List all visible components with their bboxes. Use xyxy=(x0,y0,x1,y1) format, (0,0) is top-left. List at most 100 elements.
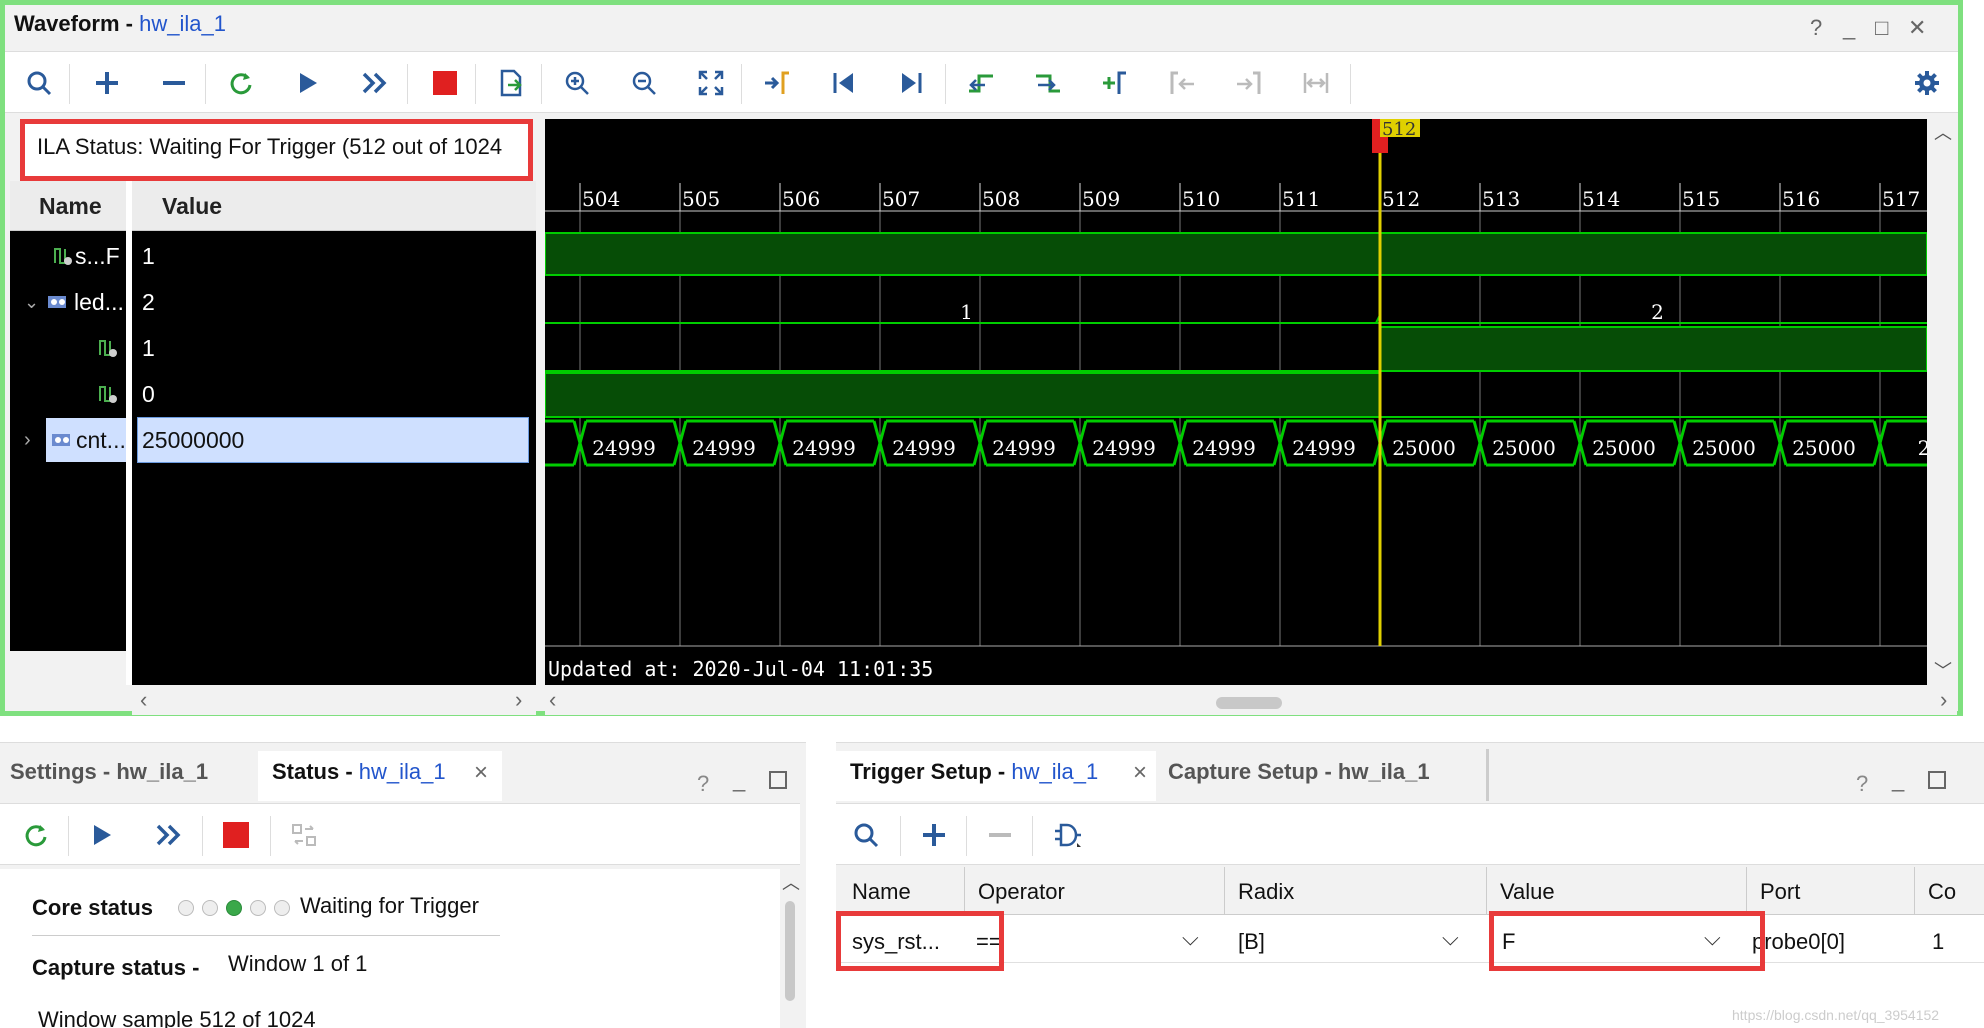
ila-status-text: ILA Status: Waiting For Trigger (512 out… xyxy=(37,134,503,159)
bus-value-label: 25000 xyxy=(1492,436,1556,460)
scroll-left-icon[interactable]: ‹ xyxy=(549,687,556,713)
name-horizontal-scrollbar[interactable]: ‹ › xyxy=(132,687,536,715)
search-icon[interactable] xyxy=(844,814,888,856)
scroll-thumb[interactable] xyxy=(785,901,795,1001)
signal-name: s...F xyxy=(75,242,120,269)
chevron-down-icon[interactable]: ⌵ xyxy=(1442,925,1459,951)
search-icon[interactable] xyxy=(17,62,61,104)
name-column-header[interactable]: Name xyxy=(10,181,126,231)
signal-value-selected[interactable]: 25000000 xyxy=(137,417,529,463)
previous-marker-icon[interactable] xyxy=(1160,62,1204,104)
vertical-scrollbar[interactable]: ︿ ﹀ xyxy=(1931,119,1955,685)
next-transition-icon[interactable] xyxy=(1026,62,1070,104)
export-icon[interactable] xyxy=(489,62,533,104)
close-icon[interactable]: ✕ xyxy=(1908,15,1926,41)
col-name[interactable]: Name xyxy=(852,879,911,905)
value-column-header[interactable]: Value xyxy=(132,181,536,231)
remove-icon[interactable] xyxy=(152,62,196,104)
minimize-icon[interactable]: _ xyxy=(1843,15,1855,41)
toggle-layout-icon[interactable] xyxy=(282,814,326,856)
add-icon[interactable] xyxy=(85,62,129,104)
maximize-icon[interactable] xyxy=(769,771,787,789)
zoom-fit-icon[interactable] xyxy=(689,62,733,104)
signal-row-led-bit1[interactable] xyxy=(98,325,118,371)
stop-icon[interactable] xyxy=(423,62,467,104)
tab-status[interactable]: Status - hw_ila_1 xyxy=(272,759,446,785)
scroll-right-icon[interactable]: › xyxy=(515,687,522,713)
trigger-setup-panel: Trigger Setup - hw_ila_1 × Capture Setup… xyxy=(836,742,1984,1028)
trigger-toolbar xyxy=(836,803,1984,865)
refresh-icon[interactable] xyxy=(14,814,58,856)
next-marker-icon[interactable] xyxy=(1227,62,1271,104)
signal-row-led-bit0[interactable] xyxy=(98,371,118,417)
zoom-out-icon[interactable] xyxy=(622,62,666,104)
signal-row-led[interactable]: ⌄ led... xyxy=(24,279,124,325)
scroll-up-icon[interactable]: ︿ xyxy=(1934,119,1952,145)
bus-value-label: 24999 xyxy=(892,436,956,460)
tick-label: 509 xyxy=(1082,187,1120,211)
maximize-icon[interactable] xyxy=(1928,771,1946,789)
minimize-icon[interactable]: _ xyxy=(733,767,745,793)
col-compare[interactable]: Co xyxy=(1928,879,1956,905)
maximize-icon[interactable]: □ xyxy=(1875,15,1888,41)
tab-settings[interactable]: Settings - hw_ila_1 xyxy=(10,759,208,785)
go-to-end-icon[interactable] xyxy=(889,62,933,104)
chevron-down-icon[interactable]: ⌵ xyxy=(1182,925,1199,951)
waveform-panel: Waveform - hw_ila_1 ? _ □ ✕ ILA Status: … xyxy=(0,0,1963,716)
vertical-scrollbar[interactable]: ︿ xyxy=(780,869,800,1028)
tab-capture-setup[interactable]: Capture Setup - hw_ila_1 xyxy=(1168,759,1430,785)
waveform-toolbar xyxy=(5,51,1958,113)
swap-cursor-icon[interactable] xyxy=(1294,62,1338,104)
scroll-thumb[interactable] xyxy=(1216,697,1282,709)
zoom-in-icon[interactable] xyxy=(555,62,599,104)
tab-status-label: Status - xyxy=(272,759,359,784)
bus-value-label: 24999 xyxy=(1092,436,1156,460)
minimize-icon[interactable]: _ xyxy=(1892,767,1904,793)
signal-value-list: 1 2 1 0 25000000 xyxy=(132,231,536,685)
signal-row-cnt[interactable]: › cnt... xyxy=(24,417,126,463)
waveform-canvas[interactable]: 504 505 506 507 508 509 510 511 512 513 514 515 516 5… xyxy=(544,119,1930,685)
remove-probe-icon[interactable] xyxy=(978,814,1022,856)
col-port[interactable]: Port xyxy=(1760,879,1800,905)
refresh-icon[interactable] xyxy=(219,62,263,104)
radix-select[interactable]: [B] xyxy=(1238,929,1265,955)
add-probe-icon[interactable] xyxy=(912,814,956,856)
previous-transition-icon[interactable] xyxy=(959,62,1003,104)
go-to-cursor-icon[interactable] xyxy=(755,62,799,104)
run-immediate-icon[interactable] xyxy=(147,814,191,856)
chevron-right-icon[interactable]: › xyxy=(24,429,46,452)
tick-label: 511 xyxy=(1282,187,1320,211)
trigger-port: probe0[0] xyxy=(1752,929,1845,954)
gear-icon[interactable] xyxy=(1905,62,1949,104)
table-row[interactable]: sys_rst... == ⌵ [B] ⌵ F ⌵ probe0[0] 1 xyxy=(836,915,1984,963)
scroll-down-icon[interactable]: ﹀ xyxy=(1934,657,1952,683)
signal-row-sys-rst[interactable]: s...F xyxy=(53,233,120,279)
help-icon[interactable]: ? xyxy=(1810,15,1822,41)
col-operator[interactable]: Operator xyxy=(978,879,1065,905)
add-marker-icon[interactable] xyxy=(1093,62,1137,104)
close-tab-icon[interactable]: × xyxy=(1133,759,1147,787)
scroll-right-icon[interactable]: › xyxy=(1940,687,1947,713)
run-icon[interactable] xyxy=(286,62,330,104)
tab-capture-label: Capture Setup - hw_ila_1 xyxy=(1168,759,1430,784)
core-status-value: Waiting for Trigger xyxy=(300,893,479,918)
col-radix[interactable]: Radix xyxy=(1238,879,1294,905)
scroll-left-icon[interactable]: ‹ xyxy=(140,687,147,713)
bus-icon xyxy=(52,434,70,446)
chevron-down-icon[interactable]: ⌄ xyxy=(24,292,46,313)
run-icon[interactable] xyxy=(80,814,124,856)
col-value[interactable]: Value xyxy=(1500,879,1555,905)
tick-label: 517 xyxy=(1882,187,1920,211)
logic-gate-icon[interactable] xyxy=(1046,814,1090,856)
status-dot xyxy=(178,900,194,916)
help-icon[interactable]: ? xyxy=(1856,771,1868,797)
waveform-horizontal-scrollbar[interactable]: ‹ › xyxy=(545,687,1957,715)
tab-trigger-setup[interactable]: Trigger Setup - hw_ila_1 xyxy=(850,759,1098,785)
tick-label: 510 xyxy=(1182,187,1220,211)
help-icon[interactable]: ? xyxy=(697,771,709,797)
run-immediate-icon[interactable] xyxy=(353,62,397,104)
scroll-up-icon[interactable]: ︿ xyxy=(782,869,800,895)
close-tab-icon[interactable]: × xyxy=(474,759,488,787)
stop-icon[interactable] xyxy=(214,814,258,856)
go-to-start-icon[interactable] xyxy=(822,62,866,104)
